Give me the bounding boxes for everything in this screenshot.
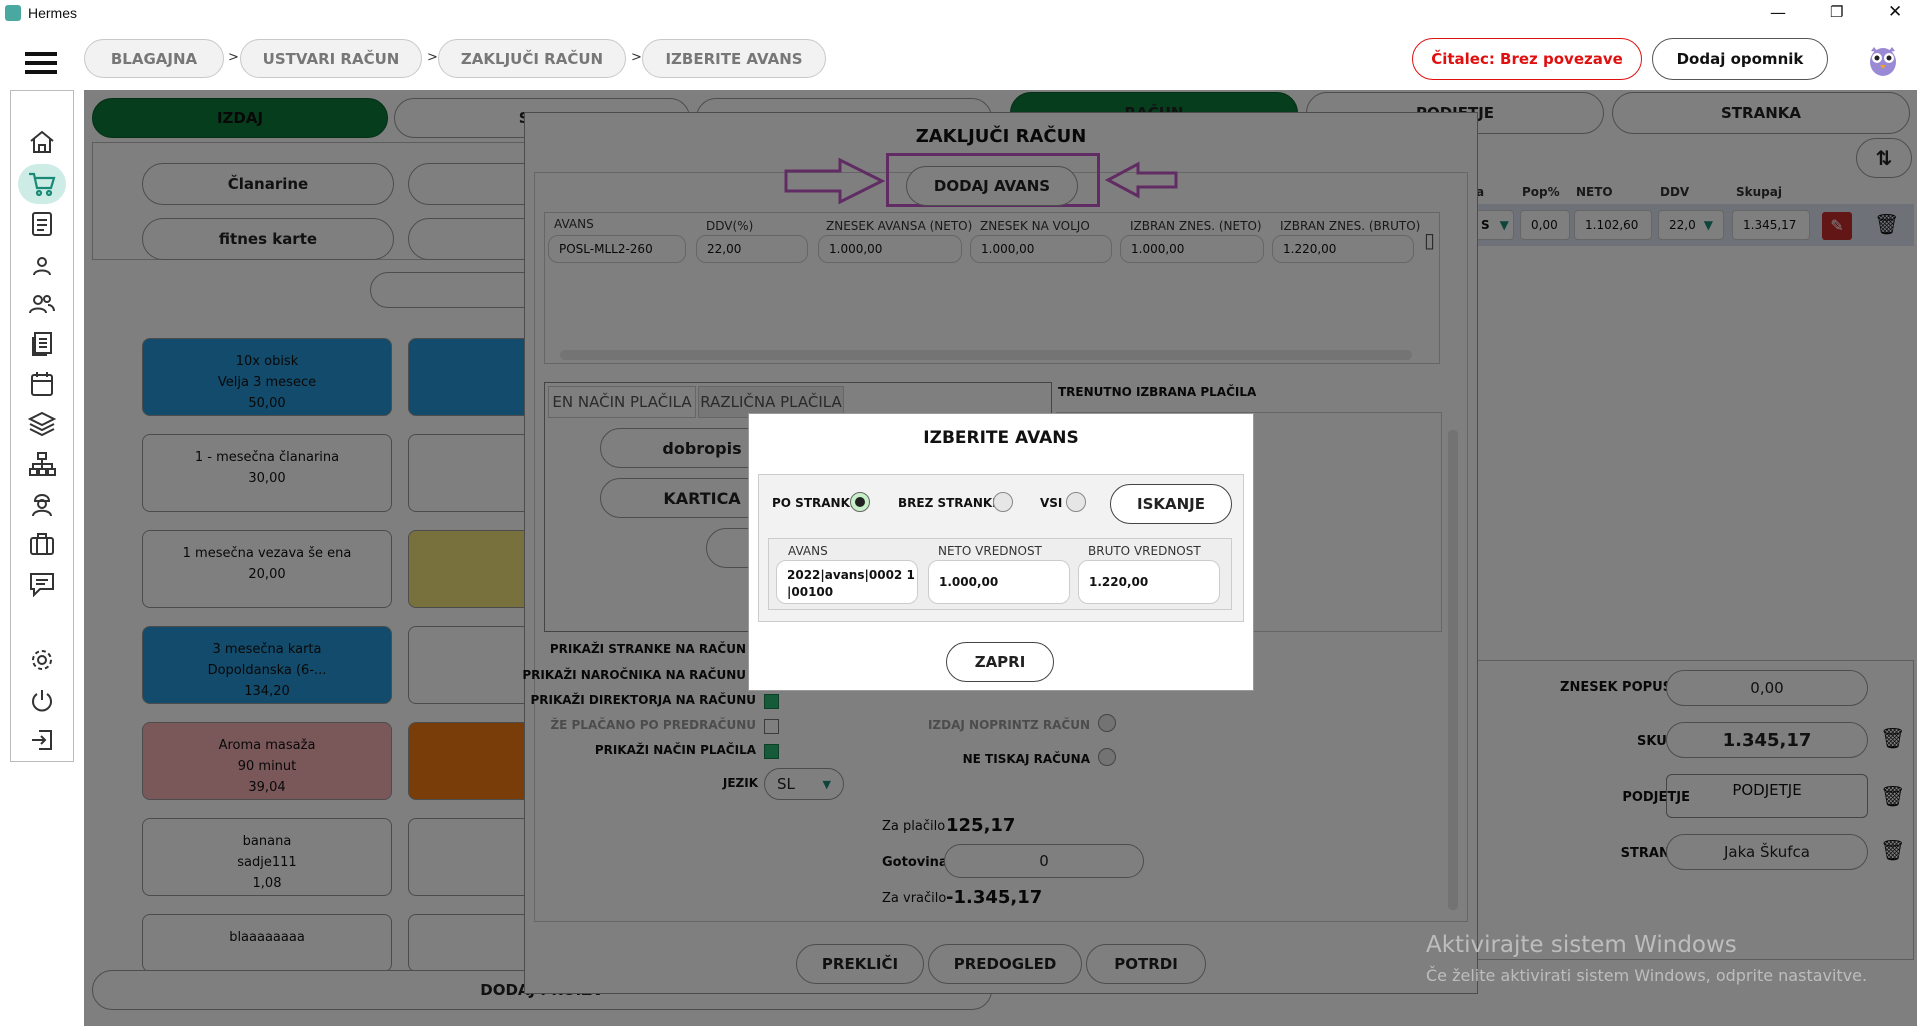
worker-icon[interactable] bbox=[24, 486, 60, 522]
reader-status-button[interactable]: Čitalec: Brez povezave bbox=[1412, 38, 1642, 80]
filter-by-client-label: PO STRANKI bbox=[772, 496, 855, 510]
restore-icon[interactable]: ❐ bbox=[1830, 3, 1843, 21]
activation-watermark-title: Aktivirajte sistem Windows bbox=[1426, 932, 1737, 958]
filter-no-client-radio[interactable] bbox=[993, 492, 1013, 512]
title-bar: Hermes — ❐ ✕ bbox=[0, 0, 1917, 26]
breadcrumb-izberite-avans[interactable]: IZBERITE AVANS bbox=[642, 39, 826, 78]
chat-icon[interactable] bbox=[24, 566, 60, 602]
user-icon[interactable] bbox=[24, 248, 60, 284]
home-icon[interactable] bbox=[24, 124, 60, 160]
list-neto-cell[interactable]: 1.000,00 bbox=[928, 560, 1070, 604]
gear-icon[interactable] bbox=[24, 642, 60, 678]
list-bruto-cell[interactable]: 1.220,00 bbox=[1078, 560, 1220, 604]
search-button[interactable]: ISKANJE bbox=[1110, 484, 1232, 524]
app-icon bbox=[5, 5, 21, 21]
filter-all-label: VSI bbox=[1040, 496, 1063, 510]
breadcrumb-separator: > bbox=[228, 50, 239, 65]
filter-all-radio[interactable] bbox=[1066, 492, 1086, 512]
owl-avatar-icon[interactable] bbox=[1866, 38, 1900, 78]
power-icon[interactable] bbox=[24, 682, 60, 718]
hierarchy-icon[interactable] bbox=[24, 446, 60, 482]
breadcrumb-separator: > bbox=[631, 50, 642, 65]
layers-icon[interactable] bbox=[24, 406, 60, 442]
breadcrumb-ustvari-racun[interactable]: USTVARI RAČUN bbox=[240, 39, 422, 78]
breadcrumb-zakljuci-racun[interactable]: ZAKLJUČI RAČUN bbox=[438, 39, 626, 78]
list-col-neto: NETO VREDNOST bbox=[938, 544, 1042, 558]
close-advance-button[interactable]: ZAPRI bbox=[946, 642, 1054, 682]
filter-by-client-radio[interactable] bbox=[850, 492, 870, 512]
cart-icon[interactable] bbox=[24, 166, 60, 202]
list-col-bruto: BRUTO VREDNOST bbox=[1088, 544, 1201, 558]
filter-no-client-label: BREZ STRANKE bbox=[898, 496, 1001, 510]
breadcrumb-separator: > bbox=[427, 50, 438, 65]
hamburger-menu-icon[interactable] bbox=[25, 52, 57, 74]
close-icon[interactable]: ✕ bbox=[1888, 2, 1902, 22]
calendar-icon[interactable] bbox=[24, 366, 60, 402]
logout-icon[interactable] bbox=[24, 722, 60, 758]
users-icon[interactable] bbox=[24, 286, 60, 322]
document-icon[interactable] bbox=[24, 206, 60, 242]
minimize-icon[interactable]: — bbox=[1770, 3, 1786, 22]
window-title: Hermes bbox=[28, 5, 78, 21]
add-reminder-button[interactable]: Dodaj opomnik bbox=[1652, 38, 1828, 80]
select-advance-title: IZBERITE AVANS bbox=[923, 428, 1079, 448]
list-col-avans: AVANS bbox=[788, 544, 828, 558]
list-icon[interactable] bbox=[24, 326, 60, 362]
briefcase-icon[interactable] bbox=[24, 526, 60, 562]
breadcrumb-blagajna[interactable]: BLAGAJNA bbox=[84, 39, 224, 78]
activation-watermark-subtitle: Če želite aktivirati sistem Windows, odp… bbox=[1426, 966, 1868, 985]
list-avans-cell[interactable]: 2022|avans|0002 1|00100 bbox=[776, 560, 918, 604]
